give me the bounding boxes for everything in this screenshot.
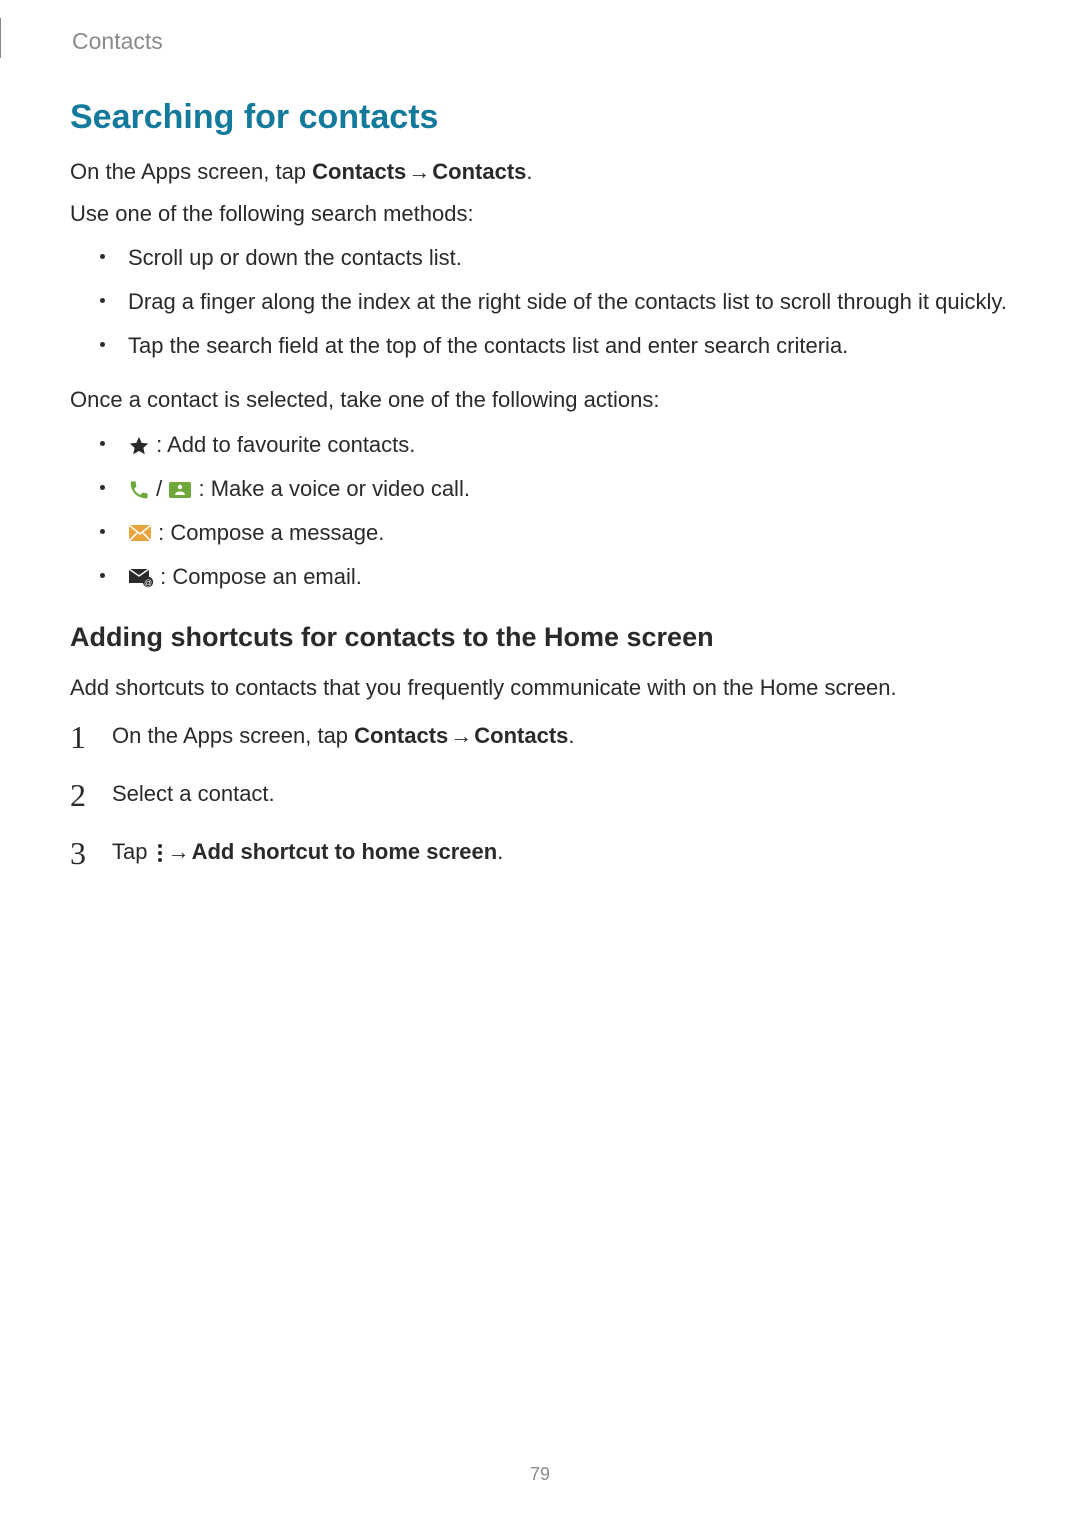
arrow-icon: → xyxy=(448,719,474,753)
search-methods-list: Scroll up or down the contacts list. Dra… xyxy=(70,241,1010,363)
bullet-icon xyxy=(100,485,105,490)
page-title: Searching for contacts xyxy=(70,98,1010,137)
step-prefix: Tap xyxy=(112,839,154,864)
list-item: @ : Compose an email. xyxy=(70,560,1010,594)
step-number: 2 xyxy=(70,771,86,821)
header-section-label: Contacts xyxy=(72,28,163,55)
more-options-icon xyxy=(154,843,166,863)
list-item: : Compose a message. xyxy=(70,516,1010,550)
page-number: 79 xyxy=(0,1464,1080,1485)
list-item: Drag a finger along the index at the rig… xyxy=(70,285,1010,319)
list-item-text: Tap the search field at the top of the c… xyxy=(128,333,848,358)
list-item: Tap the search field at the top of the c… xyxy=(70,329,1010,363)
video-call-icon xyxy=(168,479,192,501)
once-selected-line: Once a contact is selected, take one of … xyxy=(70,383,1010,417)
sub-intro: Add shortcuts to contacts that you frequ… xyxy=(70,671,1010,705)
phone-icon xyxy=(128,479,150,501)
step-item: 2 Select a contact. xyxy=(70,777,1010,811)
star-icon xyxy=(128,435,150,457)
arrow-icon: → xyxy=(406,155,432,189)
bullet-icon xyxy=(100,441,105,446)
action-call-text: : Make a voice or video call. xyxy=(198,476,469,501)
header-rule xyxy=(0,18,18,58)
intro-line-2: Use one of the following search methods: xyxy=(70,197,1010,231)
list-item: Scroll up or down the contacts list. xyxy=(70,241,1010,275)
bullet-icon xyxy=(100,573,105,578)
separator: / xyxy=(156,476,168,501)
step-bold-1: Contacts xyxy=(354,723,448,748)
bullet-icon xyxy=(100,529,105,534)
step-bold: Add shortcut to home screen xyxy=(192,839,498,864)
action-email-text: : Compose an email. xyxy=(160,564,362,589)
bullet-icon xyxy=(100,342,105,347)
bullet-icon xyxy=(100,298,105,303)
step-suffix: . xyxy=(497,839,503,864)
email-icon: @ xyxy=(128,568,154,588)
intro-line-1: On the Apps screen, tap Contacts → Conta… xyxy=(70,155,1010,189)
step-text: Select a contact. xyxy=(112,781,275,806)
list-item: : Add to favourite contacts. xyxy=(70,428,1010,462)
intro-suffix: . xyxy=(526,159,532,184)
step-number: 1 xyxy=(70,713,86,763)
action-fav-text: : Add to favourite contacts. xyxy=(156,432,415,457)
list-item: / : Make a voice or video call. xyxy=(70,472,1010,506)
subheading: Adding shortcuts for contacts to the Hom… xyxy=(70,622,1010,653)
action-msg-text: : Compose a message. xyxy=(158,520,384,545)
intro-bold-1: Contacts xyxy=(312,159,406,184)
step-item: 1 On the Apps screen, tap Contacts → Con… xyxy=(70,719,1010,753)
steps-list: 1 On the Apps screen, tap Contacts → Con… xyxy=(70,719,1010,869)
step-suffix: . xyxy=(568,723,574,748)
step-bold-2: Contacts xyxy=(474,723,568,748)
actions-list: : Add to favourite contacts. / : Make a … xyxy=(70,428,1010,594)
bullet-icon xyxy=(100,254,105,259)
svg-text:@: @ xyxy=(144,579,152,588)
step-item: 3 Tap → Add shortcut to home screen. xyxy=(70,835,1010,869)
arrow-icon: → xyxy=(166,835,192,869)
step-number: 3 xyxy=(70,829,86,879)
message-icon xyxy=(128,524,152,544)
list-item-text: Scroll up or down the contacts list. xyxy=(128,245,462,270)
intro-bold-2: Contacts xyxy=(432,159,526,184)
intro-prefix: On the Apps screen, tap xyxy=(70,159,312,184)
list-item-text: Drag a finger along the index at the rig… xyxy=(128,289,1007,314)
step-prefix: On the Apps screen, tap xyxy=(112,723,354,748)
